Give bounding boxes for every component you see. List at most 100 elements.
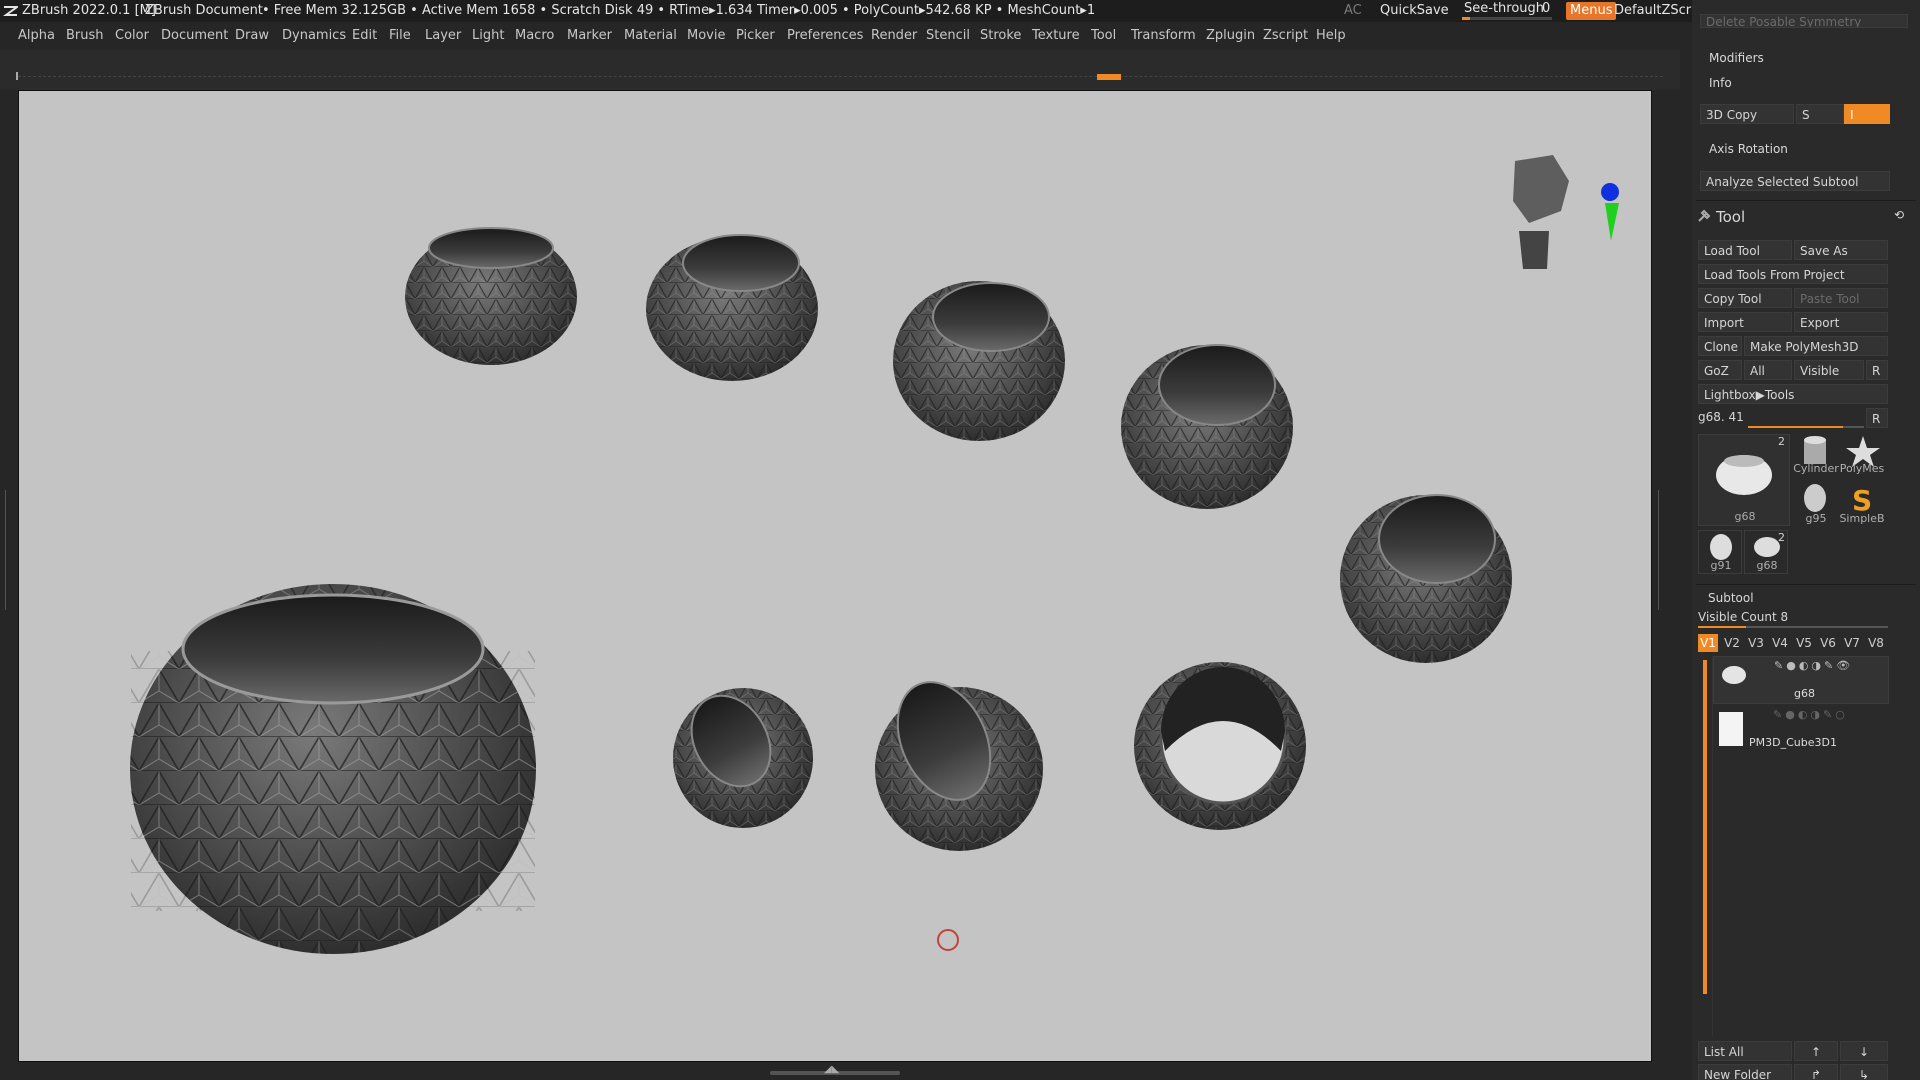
visible-count-track (1698, 626, 1888, 628)
menu-zplugin[interactable]: Zplugin (1206, 22, 1255, 50)
menu-dynamics[interactable]: Dynamics (282, 22, 346, 50)
tool-thumb-polymesh[interactable]: PolyMes (1840, 434, 1886, 480)
tool-slider-track (1748, 426, 1864, 428)
goz-button[interactable]: GoZ (1698, 360, 1742, 380)
subtool-scrollbar[interactable] (1703, 660, 1707, 994)
menu-zscript[interactable]: Zscript (1263, 22, 1308, 50)
3d-copy-s-button[interactable]: S (1796, 104, 1844, 124)
goz-visible-button[interactable]: Visible (1794, 360, 1864, 380)
load-tools-from-project-button[interactable]: Load Tools From Project (1698, 264, 1888, 284)
save-as-button[interactable]: Save As (1794, 240, 1888, 260)
menu-document[interactable]: Document (161, 22, 228, 50)
timeline-strip[interactable] (0, 50, 1680, 90)
subtool-controls-icon[interactable]: ✎●◐◑✎○ (1773, 708, 1848, 721)
modifiers-header[interactable]: Modifiers (1709, 51, 1764, 65)
menu-preferences[interactable]: Preferences (787, 22, 863, 50)
quicksave-button[interactable]: QuickSave (1380, 0, 1449, 22)
goz-r-button[interactable]: R (1866, 360, 1888, 380)
tool-slider-r-button[interactable]: R (1866, 408, 1888, 428)
delete-posable-symmetry-button[interactable]: Delete Posable Symmetry (1700, 14, 1908, 28)
goz-all-button[interactable]: All (1744, 360, 1792, 380)
menu-picker[interactable]: Picker (736, 22, 775, 50)
menu-render[interactable]: Render (871, 22, 917, 50)
tool-title[interactable]: Tool (1716, 208, 1745, 226)
viewport-canvas[interactable] (18, 90, 1652, 1062)
tool-thumb-g68[interactable]: 2 g68 (1744, 530, 1788, 574)
zbrush-logo-icon (3, 6, 18, 16)
list-all-button[interactable]: List All (1698, 1041, 1792, 1061)
tab-v2[interactable]: V2 (1722, 634, 1742, 652)
menu-brush[interactable]: Brush (66, 22, 104, 50)
menus-toggle-button[interactable]: Menus (1566, 2, 1617, 20)
visible-count-label: Visible Count 8 (1698, 610, 1789, 624)
import-button[interactable]: Import (1698, 312, 1792, 332)
ac-button[interactable]: AC (1344, 0, 1362, 22)
tool-thumb-g91[interactable]: g91 (1698, 530, 1742, 574)
menu-draw[interactable]: Draw (235, 22, 269, 50)
tab-v1[interactable]: V1 (1698, 634, 1718, 652)
copy-tool-button[interactable]: Copy Tool (1698, 288, 1792, 308)
subtool-row[interactable]: PM3D_Cube3D1 ✎●◐◑✎○ (1713, 706, 1889, 750)
menu-color[interactable]: Color (115, 22, 149, 50)
brush-cursor (937, 929, 959, 951)
tool-slider[interactable]: g68. 41 (1698, 408, 1864, 428)
folder-action-icon[interactable]: ↱ (1794, 1064, 1838, 1080)
menu-material[interactable]: Material (624, 22, 677, 50)
menu-edit[interactable]: Edit (352, 22, 377, 50)
subtool-row[interactable]: g68 ✎●◐◑✎👁 (1713, 656, 1889, 704)
analyze-subtool-button[interactable]: Analyze Selected Subtool (1700, 171, 1890, 191)
menu-stencil[interactable]: Stencil (926, 22, 970, 50)
paste-tool-button[interactable]: Paste Tool (1794, 288, 1888, 308)
3d-copy-button[interactable]: 3D Copy (1700, 104, 1794, 124)
axis-rotation-header[interactable]: Axis Rotation (1709, 142, 1788, 156)
timeline-position-marker[interactable] (1097, 74, 1121, 80)
folder-action-icon[interactable]: ↳ (1840, 1064, 1888, 1080)
subtool-header[interactable]: Subtool (1708, 591, 1754, 605)
reset-icon[interactable]: ⟲ (1894, 208, 1904, 222)
menu-alpha[interactable]: Alpha (18, 22, 55, 50)
tool-thumb-main[interactable]: 2 g68 (1698, 434, 1790, 526)
clone-button[interactable]: Clone (1698, 336, 1742, 356)
menu-file[interactable]: File (389, 22, 411, 50)
tool-thumb-simpleb[interactable]: S SimpleB (1839, 482, 1886, 528)
title-bar: ZBrush 2022.0.1 [M] ZBrush Document • Fr… (0, 0, 1920, 22)
menu-movie[interactable]: Movie (687, 22, 725, 50)
see-through-track (1462, 17, 1552, 20)
3d-copy-i-input[interactable]: I (1844, 104, 1890, 124)
subtool-controls-icon[interactable]: ✎●◐◑✎👁 (1774, 659, 1853, 672)
tab-v4[interactable]: V4 (1770, 634, 1790, 652)
export-button[interactable]: Export (1794, 312, 1888, 332)
bottom-tray-arrow-icon[interactable]: ◢◣ (824, 1064, 839, 1075)
hammer-icon (1698, 209, 1711, 222)
load-tool-button[interactable]: Load Tool (1698, 240, 1792, 260)
menu-transform[interactable]: Transform (1131, 22, 1196, 50)
move-up-icon[interactable]: ↑ (1794, 1041, 1838, 1061)
tab-v6[interactable]: V6 (1818, 634, 1838, 652)
menu-light[interactable]: Light (472, 22, 504, 50)
info-header[interactable]: Info (1709, 76, 1732, 90)
new-folder-button[interactable]: New Folder (1698, 1064, 1792, 1080)
menu-macro[interactable]: Macro (515, 22, 554, 50)
visible-count-slider[interactable]: Visible Count 8 (1698, 608, 1888, 628)
see-through-slider[interactable]: See-through 0 (1460, 0, 1554, 22)
move-down-icon[interactable]: ↓ (1840, 1041, 1888, 1061)
menu-tool[interactable]: Tool (1091, 22, 1116, 50)
make-polymesh3d-button[interactable]: Make PolyMesh3D (1744, 336, 1888, 356)
left-tray-handle[interactable] (5, 490, 9, 610)
tab-v8[interactable]: V8 (1866, 634, 1886, 652)
navigation-gizmo[interactable] (1513, 155, 1619, 269)
tab-v3[interactable]: V3 (1746, 634, 1766, 652)
stats-readout: • Free Mem 32.125GB • Active Mem 1658 • … (262, 3, 1096, 18)
menu-help[interactable]: Help (1316, 22, 1346, 50)
tab-v5[interactable]: V5 (1794, 634, 1814, 652)
tool-thumb-g68-count: 2 (1778, 531, 1785, 544)
tab-v7[interactable]: V7 (1842, 634, 1862, 652)
menu-texture[interactable]: Texture (1032, 22, 1080, 50)
lightbox-tools-button[interactable]: Lightbox▶Tools (1698, 384, 1888, 404)
right-tray-handle[interactable] (1658, 490, 1662, 610)
menu-layer[interactable]: Layer (425, 22, 461, 50)
menu-marker[interactable]: Marker (567, 22, 612, 50)
menu-stroke[interactable]: Stroke (980, 22, 1021, 50)
tool-palette: Delete Posable Symmetry Modifiers Info 3… (1692, 0, 1920, 1080)
tool-slider-fill (1748, 426, 1844, 428)
